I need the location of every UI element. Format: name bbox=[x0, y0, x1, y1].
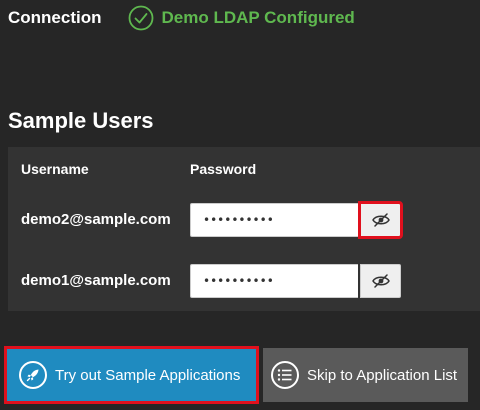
connection-row: Connection Demo LDAP Configured bbox=[8, 0, 355, 36]
user-row: demo1@sample.com bbox=[8, 264, 480, 298]
connection-label: Connection bbox=[8, 8, 102, 27]
sample-users-page: Connection Demo LDAP Configured Sample U… bbox=[0, 0, 480, 410]
username-value: demo1@sample.com bbox=[21, 272, 171, 289]
eye-slash-icon bbox=[371, 274, 390, 288]
username-column-header: Username bbox=[21, 161, 89, 177]
check-circle-icon bbox=[128, 5, 153, 31]
sample-users-title: Sample Users bbox=[8, 108, 154, 133]
user-row: demo2@sample.com bbox=[8, 201, 480, 239]
connection-status: Demo LDAP Configured bbox=[128, 5, 355, 31]
skip-to-application-list-label: Skip to Application List bbox=[307, 366, 458, 384]
password-field[interactable] bbox=[190, 264, 358, 298]
connection-status-text: Demo LDAP Configured bbox=[161, 8, 355, 27]
password-field[interactable] bbox=[190, 203, 358, 237]
try-sample-applications-label: Try out Sample Applications bbox=[55, 366, 241, 384]
password-column-header: Password bbox=[190, 161, 257, 177]
toggle-password-visibility-button[interactable] bbox=[360, 264, 401, 298]
toggle-password-visibility-button[interactable] bbox=[358, 201, 403, 239]
rocket-icon bbox=[19, 361, 47, 389]
skip-to-application-list-button[interactable]: Skip to Application List bbox=[263, 348, 468, 402]
sample-users-panel: Username Password demo2@sample.com demo1… bbox=[8, 147, 480, 311]
eye-slash-icon bbox=[371, 213, 390, 227]
try-sample-applications-button[interactable]: Try out Sample Applications bbox=[4, 346, 259, 404]
username-value: demo2@sample.com bbox=[21, 211, 171, 228]
list-icon bbox=[271, 361, 299, 389]
